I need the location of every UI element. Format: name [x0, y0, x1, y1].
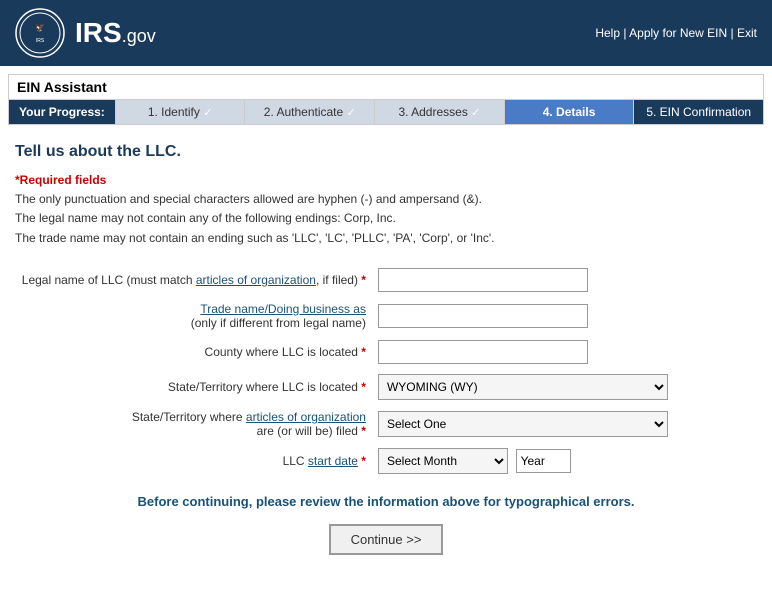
main-content: Tell us about the LLC. *Required fields … [0, 133, 772, 585]
articles-org-link-1[interactable]: articles of organization [196, 273, 316, 287]
step-authenticate: 2. Authenticate ✓ [244, 100, 374, 124]
ein-assistant-title: EIN Assistant [9, 75, 763, 100]
trade-name-link[interactable]: Trade name/Doing business as [200, 302, 366, 316]
progress-bar: Your Progress: 1. Identify ✓ 2. Authenti… [9, 100, 763, 124]
irs-seal-icon: 🦅 IRS [15, 8, 65, 58]
irs-title: IRS [75, 17, 122, 48]
trade-name-input-cell [372, 297, 757, 335]
logo-area: 🦅 IRS IRS.gov [15, 8, 156, 58]
state-located-select[interactable]: WYOMING (WY) [378, 374, 668, 400]
apply-ein-link[interactable]: Apply for New EIN [629, 26, 727, 40]
identify-check: ✓ [203, 107, 212, 119]
instructions: *Required fields The only punctuation an… [15, 171, 757, 248]
header-links: Help | Apply for New EIN | Exit [595, 26, 757, 40]
instruction-1: The only punctuation and special charact… [15, 192, 482, 206]
addresses-check: ✓ [471, 107, 480, 119]
state-filed-label: State/Territory where articles of organi… [15, 405, 372, 443]
start-date-label: LLC start date * [15, 443, 372, 479]
legal-name-label: Legal name of LLC (must match articles o… [15, 263, 372, 297]
review-notice: Before continuing, please review the inf… [15, 494, 757, 509]
authenticate-check: ✓ [347, 107, 356, 119]
svg-text:🦅: 🦅 [35, 22, 45, 32]
articles-org-link-2[interactable]: articles of organization [246, 410, 366, 424]
irs-gov: .gov [122, 26, 156, 46]
button-row: Continue >> [15, 524, 757, 555]
page-heading: Tell us about the LLC. [15, 143, 757, 161]
exit-link[interactable]: Exit [737, 26, 757, 40]
required-note: *Required fields [15, 173, 106, 187]
state-filed-select[interactable]: Select One [378, 411, 668, 437]
instruction-3: The trade name may not contain an ending… [15, 231, 495, 245]
step-identify: 1. Identify ✓ [115, 100, 245, 124]
help-link[interactable]: Help [595, 26, 620, 40]
start-date-input-cell: Select Month January February March Apri… [372, 443, 757, 479]
progress-label: Your Progress: [9, 100, 115, 124]
svg-text:IRS: IRS [36, 38, 45, 44]
trade-name-label: Trade name/Doing business as (only if di… [15, 297, 372, 335]
county-input[interactable] [378, 340, 588, 364]
state-filed-input-cell: Select One [372, 405, 757, 443]
county-input-cell [372, 335, 757, 369]
start-date-row: LLC start date * Select Month January Fe… [15, 443, 757, 479]
start-year-input[interactable] [516, 449, 571, 473]
step-details: 4. Details [504, 100, 634, 124]
state-located-input-cell: WYOMING (WY) [372, 369, 757, 405]
step-addresses: 3. Addresses ✓ [374, 100, 504, 124]
page-header: 🦅 IRS IRS.gov Help | Apply for New EIN |… [0, 0, 772, 66]
progress-section: EIN Assistant Your Progress: 1. Identify… [8, 74, 764, 125]
step-confirmation: 5. EIN Confirmation [633, 100, 763, 124]
legal-name-input-cell [372, 263, 757, 297]
state-located-row: State/Territory where LLC is located * W… [15, 369, 757, 405]
legal-name-input[interactable] [378, 268, 588, 292]
legal-name-row: Legal name of LLC (must match articles o… [15, 263, 757, 297]
state-filed-row: State/Territory where articles of organi… [15, 405, 757, 443]
continue-button[interactable]: Continue >> [329, 524, 444, 555]
trade-name-row: Trade name/Doing business as (only if di… [15, 297, 757, 335]
start-month-select[interactable]: Select Month January February March Apri… [378, 448, 508, 474]
county-row: County where LLC is located * [15, 335, 757, 369]
instruction-2: The legal name may not contain any of th… [15, 211, 396, 225]
form-table: Legal name of LLC (must match articles o… [15, 263, 757, 479]
trade-name-input[interactable] [378, 304, 588, 328]
county-label: County where LLC is located * [15, 335, 372, 369]
start-date-link[interactable]: start date [308, 454, 358, 468]
state-located-label: State/Territory where LLC is located * [15, 369, 372, 405]
